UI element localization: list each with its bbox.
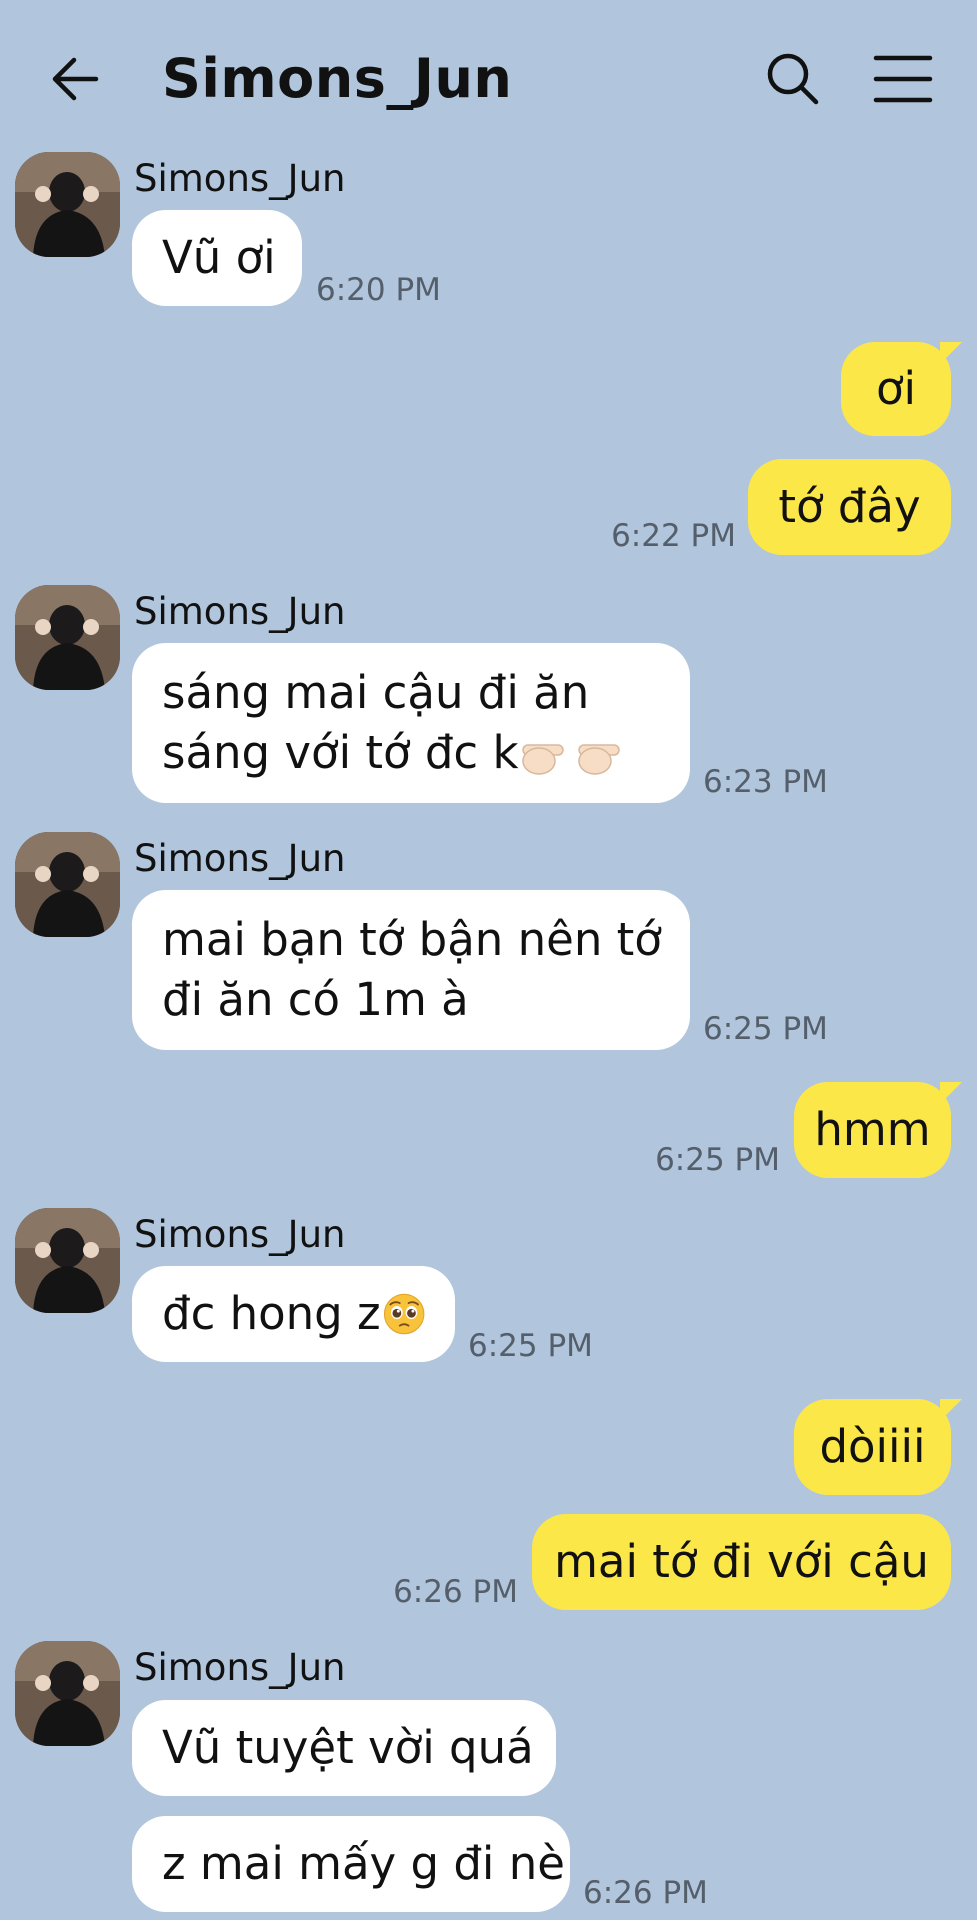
bubble-tail	[940, 342, 962, 364]
message-timestamp: 6:25 PM	[655, 1142, 780, 1178]
message-bubble-incoming[interactable]: Vũ ơi	[132, 210, 302, 306]
bubble-tail	[940, 1082, 962, 1104]
message-bubble-outgoing[interactable]: tớ đây	[748, 459, 951, 555]
avatar[interactable]	[15, 152, 120, 257]
message-text-line: mai bạn tớ bận nên tớ	[162, 913, 662, 966]
message-timestamp: 6:23 PM	[703, 764, 828, 800]
message-timestamp: 6:22 PM	[611, 518, 736, 554]
message-bubble-incoming[interactable]: sáng mai cậu đi ăn sáng với tớ đc k	[132, 643, 690, 803]
message-text: mai tớ đi với cậu	[554, 1535, 929, 1588]
search-icon	[767, 53, 819, 105]
avatar[interactable]	[15, 832, 120, 937]
message-text: hmm	[814, 1103, 931, 1156]
message-text: đc hong z	[162, 1287, 381, 1340]
message-bubble-outgoing[interactable]: mai tớ đi với cậu	[532, 1514, 951, 1610]
message-text: z mai mấy g đi nè	[162, 1837, 565, 1890]
message-bubble-outgoing[interactable]: dòiiii	[794, 1399, 951, 1495]
arrow-left-icon	[52, 57, 99, 101]
pleading-face-emoji	[383, 1293, 425, 1335]
message-timestamp: 6:26 PM	[583, 1875, 708, 1911]
menu-button[interactable]	[868, 46, 938, 112]
message-text: Vũ ơi	[162, 231, 276, 284]
message-bubble-outgoing[interactable]: ơi	[841, 342, 951, 436]
sender-name: Simons_Jun	[134, 590, 346, 633]
back-button[interactable]	[44, 46, 110, 112]
bubble-tail	[940, 1399, 962, 1421]
message-timestamp: 6:26 PM	[393, 1574, 518, 1610]
message-bubble-incoming[interactable]: Vũ tuyệt vời quá	[132, 1700, 556, 1796]
sender-name: Simons_Jun	[134, 1646, 346, 1689]
pointing-hands-emoji	[521, 744, 620, 775]
hamburger-menu-icon	[873, 55, 933, 103]
message-timestamp: 6:25 PM	[703, 1011, 828, 1047]
message-timestamp: 6:25 PM	[468, 1328, 593, 1364]
message-text-line: đi ăn có 1m à	[162, 973, 469, 1026]
sender-name: Simons_Jun	[134, 1213, 346, 1256]
avatar[interactable]	[15, 1641, 120, 1746]
message-bubble-incoming[interactable]: đc hong z	[132, 1266, 455, 1362]
sender-name: Simons_Jun	[134, 157, 346, 200]
message-text: Vũ tuyệt vời quá	[162, 1721, 534, 1774]
message-bubble-incoming[interactable]: mai bạn tớ bận nên tớ đi ăn có 1m à	[132, 890, 690, 1050]
message-text: tớ đây	[778, 480, 921, 533]
chat-header: Simons_Jun	[0, 0, 977, 150]
search-button[interactable]	[760, 46, 826, 112]
message-timestamp: 6:20 PM	[316, 272, 441, 308]
message-text: dòiiii	[819, 1420, 926, 1473]
message-bubble-outgoing[interactable]: hmm	[794, 1082, 951, 1178]
message-bubble-incoming[interactable]: z mai mấy g đi nè	[132, 1816, 570, 1912]
message-text: ơi	[875, 362, 917, 415]
message-text-line: sáng với tớ đc k	[162, 723, 631, 783]
avatar[interactable]	[15, 1208, 120, 1313]
message-text-line: sáng mai cậu đi ăn	[162, 666, 590, 719]
avatar[interactable]	[15, 585, 120, 690]
sender-name: Simons_Jun	[134, 837, 346, 880]
chat-title: Simons_Jun	[162, 47, 513, 110]
